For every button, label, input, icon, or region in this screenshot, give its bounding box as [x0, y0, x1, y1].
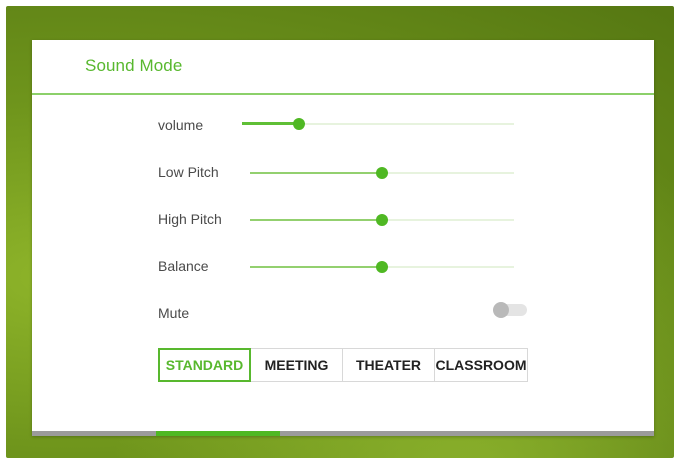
sound-mode-selector: STANDARD MEETING THEATER CLASSROOM: [158, 348, 528, 384]
slider-thumb[interactable]: [376, 261, 388, 273]
title-divider: [32, 93, 654, 95]
mode-classroom-button[interactable]: CLASSROOM: [434, 348, 528, 382]
high-pitch-label: High Pitch: [158, 211, 222, 227]
toggle-knob: [493, 302, 509, 318]
mode-meeting-button[interactable]: MEETING: [250, 348, 343, 382]
mode-standard-button[interactable]: STANDARD: [158, 348, 251, 382]
volume-label: volume: [158, 117, 204, 133]
volume-slider[interactable]: [242, 117, 514, 131]
sound-mode-dialog: Sound Mode volume Low Pitch High Pitch B…: [32, 40, 654, 436]
mute-toggle[interactable]: [493, 302, 529, 318]
page-indicator-active: [156, 431, 280, 436]
balance-label: Balance: [158, 258, 209, 274]
page-indicator: [32, 431, 654, 436]
slider-thumb[interactable]: [376, 167, 388, 179]
slider-fill: [250, 219, 382, 221]
low-pitch-label: Low Pitch: [158, 164, 219, 180]
high-pitch-slider[interactable]: [250, 213, 514, 227]
slider-fill: [242, 122, 300, 125]
dialog-title: Sound Mode: [85, 56, 183, 75]
balance-slider[interactable]: [250, 260, 514, 274]
slider-fill: [250, 266, 382, 268]
slider-thumb[interactable]: [293, 118, 306, 130]
slider-fill: [250, 172, 382, 174]
low-pitch-slider[interactable]: [250, 166, 514, 180]
mode-theater-button[interactable]: THEATER: [342, 348, 435, 382]
mute-label: Mute: [158, 305, 190, 321]
slider-thumb[interactable]: [376, 214, 388, 226]
